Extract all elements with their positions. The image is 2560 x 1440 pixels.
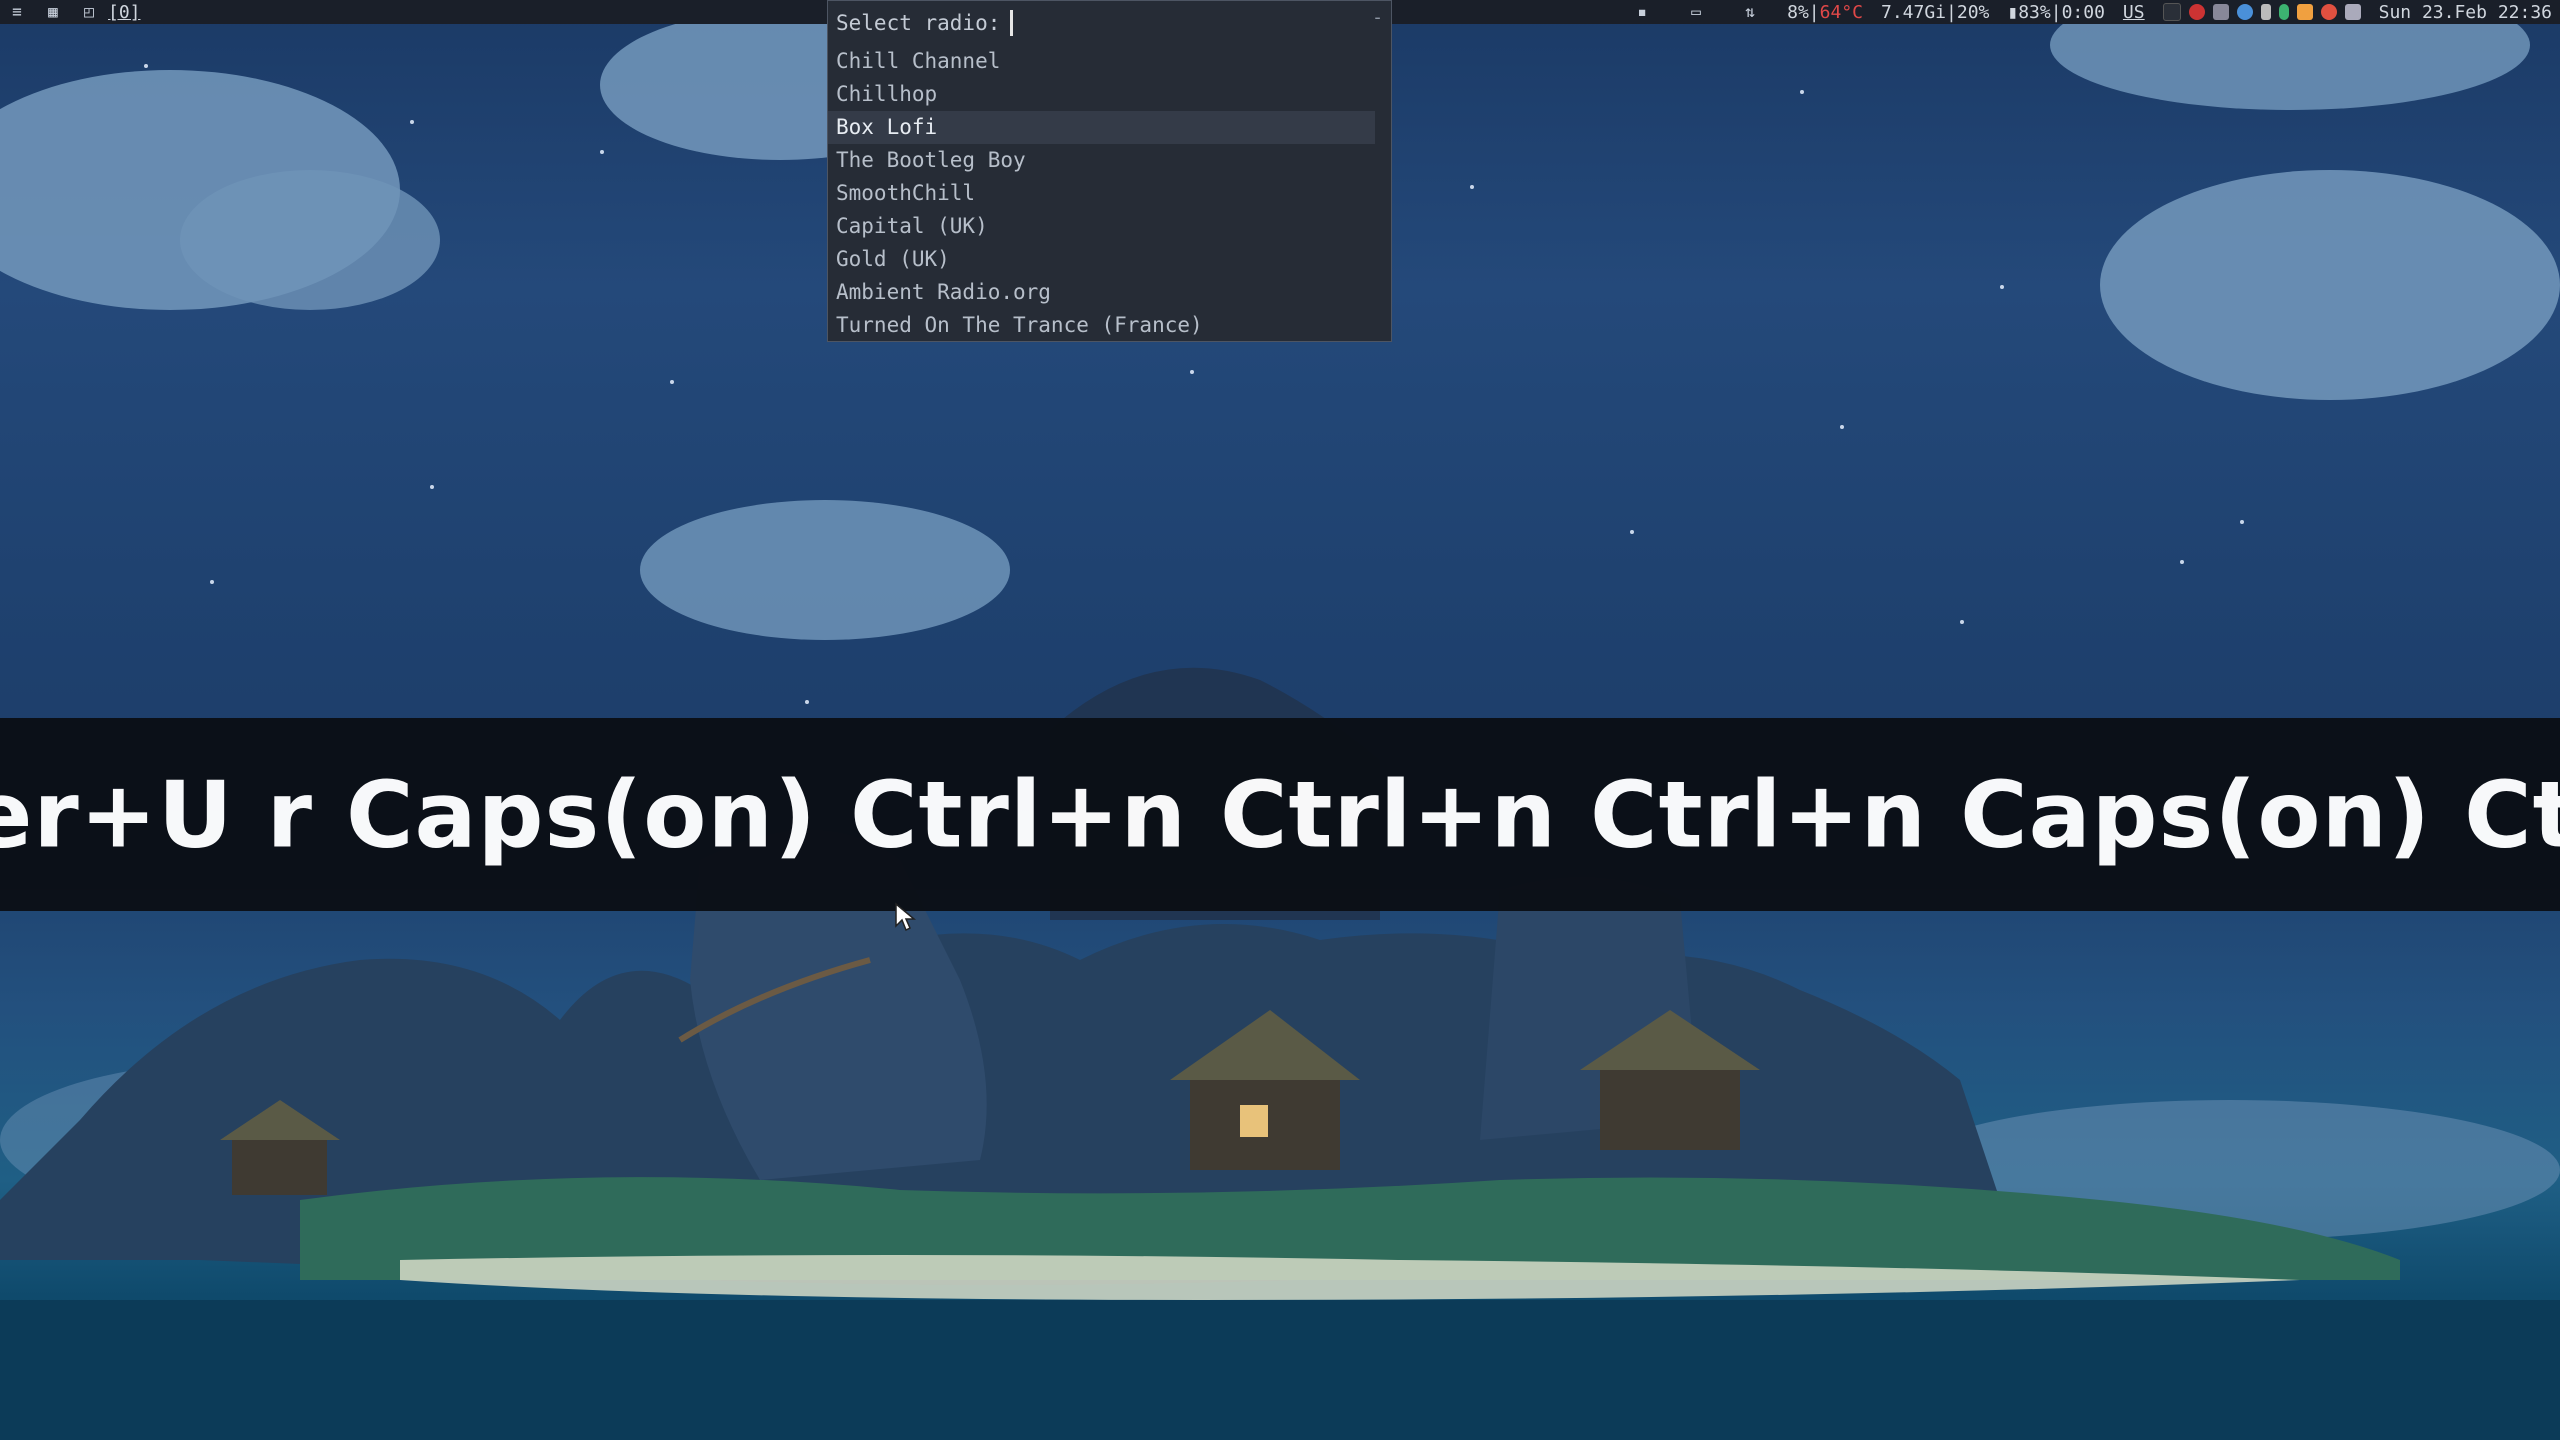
keystroke-overlay: er+U r Caps(on) Ctrl+n Ctrl+n Ctrl+n Cap… [0,718,2560,911]
radio-option[interactable]: SmoothChill [828,177,1375,210]
cpu-usage: 8% [1787,1,1809,23]
system-tray [2162,3,2361,21]
folder-icon[interactable]: ▭ [1687,3,1705,21]
menu-icon[interactable]: ≡ [8,3,26,21]
notification-icon[interactable]: ▪ [1633,3,1651,21]
battery-icon: ▮ [2007,1,2019,23]
tray-app3-icon[interactable] [2320,4,2337,20]
radio-options-list: Chill Channel Chillhop Box Lofi The Boot… [828,45,1391,342]
prompt-input-caret[interactable] [1010,10,1014,36]
prompt-label: Select radio: [836,11,1001,35]
radio-option[interactable]: Gold (UK) [828,243,1375,276]
cloud [2100,170,2560,400]
tray-sync-icon[interactable] [2188,4,2205,20]
battery-status: 83%|0:00 [2018,1,2105,23]
prompt-row: Select radio: [836,9,1014,37]
radio-option[interactable]: The Bootleg Boy [828,144,1375,177]
tray-app-icon[interactable] [2162,3,2181,21]
workspace-indicator[interactable]: [0] [108,2,141,23]
cloud [180,170,440,310]
menu-minimize-indicator: - [1372,7,1383,28]
tray-browser-icon[interactable] [2236,4,2253,20]
layout-icon[interactable]: ◰ [80,3,98,21]
clock: Sun 23.Feb 22:36 [2378,1,2552,23]
radio-option[interactable]: Ambient Radio.org [828,276,1375,309]
network-icon[interactable]: ⇅ [1741,3,1759,21]
windows-icon[interactable]: ▦ [44,3,62,21]
cpu-temperature: 64°C [1819,1,1863,23]
radio-selector-menu: Select radio: - Chill Channel Chillhop B… [827,0,1392,342]
memory-usage: 7.47Gi|20% [1881,1,1990,23]
mouse-cursor-icon [895,902,917,932]
radio-option[interactable]: Turned On The Trance (France) [828,309,1375,342]
tray-info-icon[interactable] [2212,4,2229,20]
keystroke-text: er+U r Caps(on) Ctrl+n Ctrl+n Ctrl+n Cap… [0,761,2560,868]
tray-status-icon[interactable] [2278,4,2289,20]
volume-icon[interactable] [2260,4,2271,20]
island-illustration [0,667,2560,1440]
keyboard-layout[interactable]: US [2123,2,2145,23]
tray-app2-icon[interactable] [2296,4,2313,20]
radio-option[interactable]: Capital (UK) [828,210,1375,243]
radio-option[interactable]: Box Lofi [828,111,1375,144]
radio-option[interactable]: Chillhop [828,78,1375,111]
radio-option[interactable]: Chill Channel [828,45,1375,78]
tray-windows-icon[interactable] [2344,4,2361,20]
